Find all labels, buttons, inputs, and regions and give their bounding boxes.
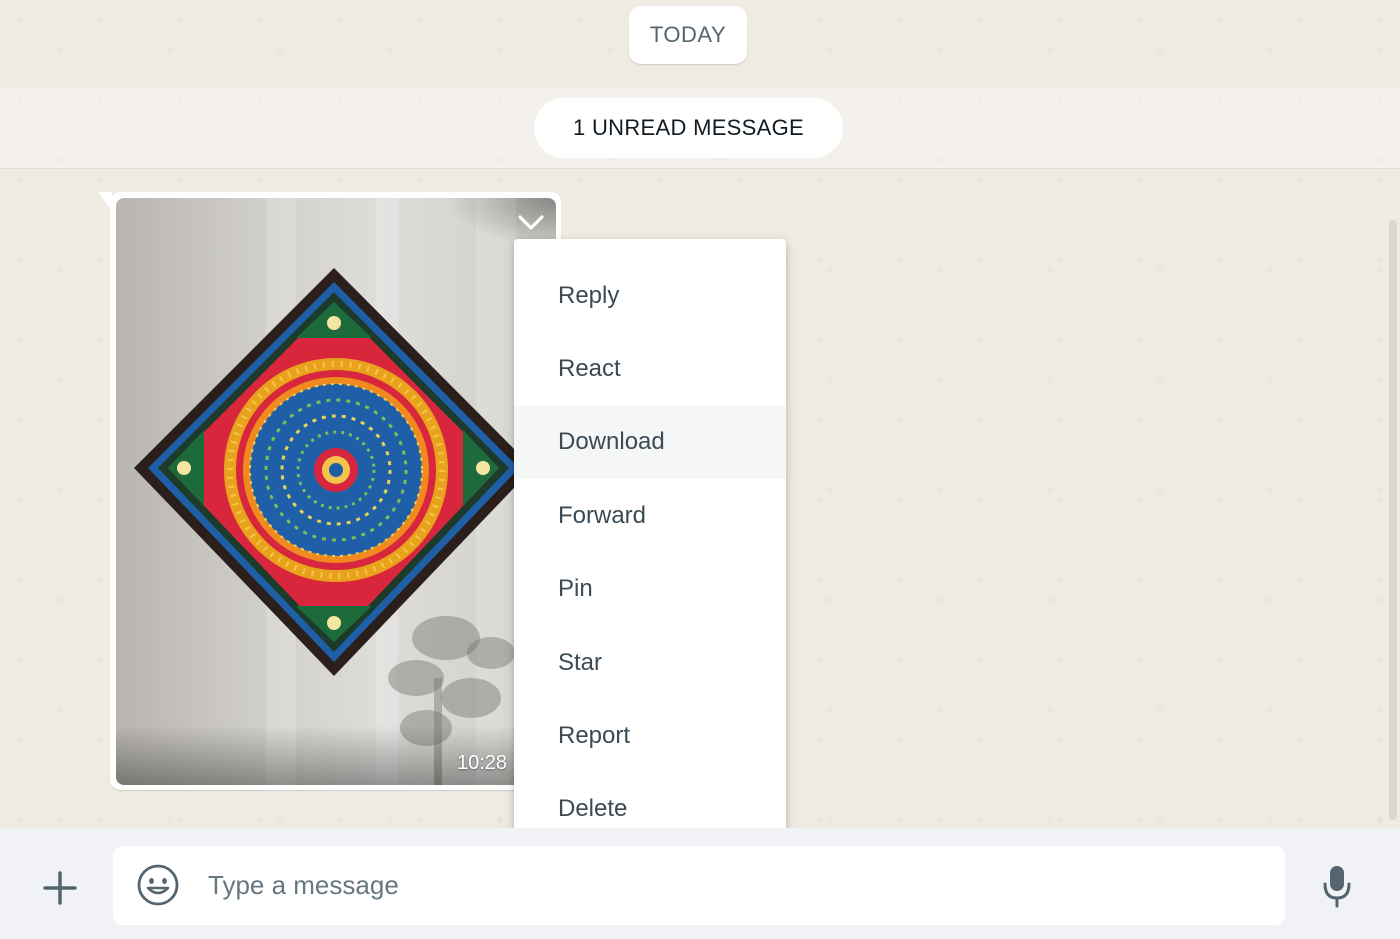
date-label: TODAY: [649, 22, 727, 47]
menu-item-label: Pin: [558, 575, 593, 603]
unread-label: 1 UNREAD MESSAGE: [573, 115, 804, 140]
menu-item-label: React: [558, 355, 621, 383]
message-options-chevron-down-icon[interactable]: [514, 208, 548, 238]
menu-item-pin[interactable]: Pin: [514, 553, 786, 626]
date-separator: TODAY: [629, 6, 747, 64]
menu-item-label: Report: [558, 722, 631, 750]
menu-item-report[interactable]: Report: [514, 699, 786, 772]
emoji-icon[interactable]: [135, 862, 181, 908]
menu-item-download[interactable]: Download: [514, 405, 786, 480]
message-input[interactable]: [208, 862, 1258, 908]
menu-item-label: Reply: [558, 281, 620, 309]
menu-item-reply[interactable]: Reply: [514, 259, 786, 332]
mandala-artwork: [134, 268, 533, 785]
unread-badge: 1 UNREAD MESSAGE: [534, 98, 843, 158]
menu-item-react[interactable]: React: [514, 332, 786, 405]
message-image[interactable]: [116, 198, 556, 785]
message-context-menu: Reply React Download Forward Pin Star Re…: [514, 239, 786, 859]
menu-item-star[interactable]: Star: [514, 626, 786, 699]
menu-item-forward[interactable]: Forward: [514, 479, 786, 552]
chat-scrollbar[interactable]: [1389, 220, 1397, 820]
menu-item-label: Star: [558, 648, 603, 676]
microphone-icon[interactable]: [1314, 862, 1360, 910]
attach-plus-icon[interactable]: [38, 866, 82, 910]
menu-item-label: Download: [558, 428, 665, 456]
menu-item-label: Delete: [558, 795, 628, 823]
menu-item-label: Forward: [558, 501, 647, 529]
message-timestamp: 10:28: [457, 752, 508, 774]
